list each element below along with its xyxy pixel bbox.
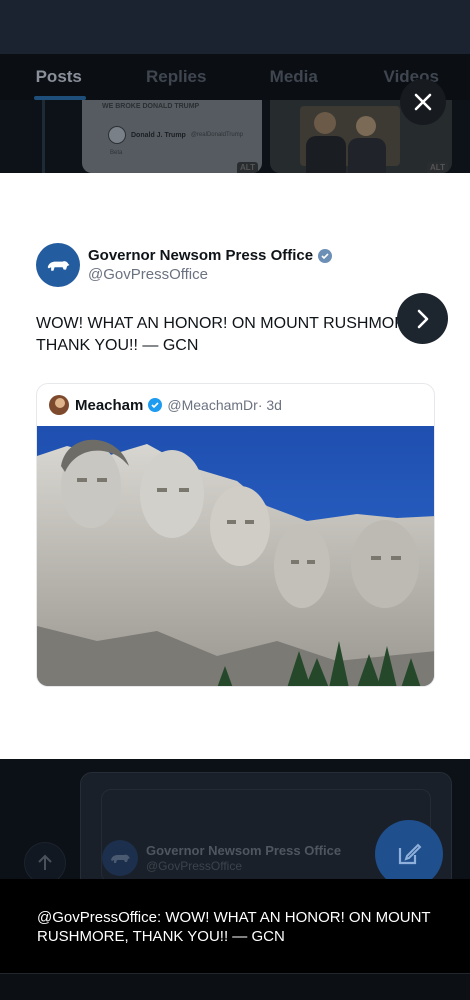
tab-media[interactable]: Media bbox=[235, 54, 353, 100]
avatar bbox=[49, 395, 69, 415]
tab-replies[interactable]: Replies bbox=[118, 54, 236, 100]
quoted-author-name: Meacham bbox=[75, 396, 144, 414]
next-image-button[interactable] bbox=[397, 293, 448, 344]
avatar bbox=[108, 126, 126, 144]
feed-post-author-name: Governor Newsom Press Office bbox=[146, 843, 342, 858]
post-author: Governor Newsom Press Office @GovPressOf… bbox=[36, 243, 333, 287]
media-thumbnail[interactable]: WE BROKE DONALD TRUMP Donald J. Trump @r… bbox=[82, 100, 262, 173]
thumbnail-handle: @realDonaldTrump bbox=[190, 132, 244, 138]
feed-post-author-handle: @GovPressOffice bbox=[146, 859, 242, 873]
compose-icon bbox=[398, 843, 422, 865]
photo-person bbox=[306, 136, 346, 173]
media-caption: @GovPressOffice: WOW! WHAT AN HONOR! ON … bbox=[37, 909, 431, 945]
tab-posts[interactable]: Posts bbox=[0, 54, 118, 100]
quoted-post-time: · 3d bbox=[257, 397, 282, 413]
author-handle: @GovPressOffice bbox=[88, 266, 208, 283]
quoted-author-handle: @MeachamDr bbox=[167, 397, 258, 413]
thumbnail-body: Beta bbox=[110, 150, 123, 156]
app-top-bar bbox=[0, 0, 470, 54]
bottom-bar bbox=[0, 973, 470, 1000]
scroll-top-button[interactable] bbox=[24, 842, 66, 884]
author-name-row: Governor Newsom Press Office bbox=[88, 247, 333, 264]
chevron-right-icon bbox=[417, 309, 428, 328]
photo-person-head bbox=[356, 116, 376, 136]
close-button[interactable] bbox=[400, 79, 446, 125]
author-name: Governor Newsom Press Office bbox=[88, 247, 314, 264]
quoted-post-header: Meacham @MeachamDr · 3d bbox=[37, 384, 434, 426]
avatar bbox=[102, 840, 138, 876]
avatar bbox=[36, 243, 80, 287]
thumbnail-headline: WE BROKE DONALD TRUMP bbox=[102, 103, 200, 110]
close-icon bbox=[414, 93, 432, 111]
mount-rushmore-image bbox=[37, 426, 434, 686]
verified-badge-icon bbox=[318, 248, 333, 263]
quoted-post: Meacham @MeachamDr · 3d bbox=[36, 383, 435, 687]
alt-badge: ALT bbox=[427, 162, 448, 173]
media-caption-bar: @GovPressOffice: WOW! WHAT AN HONOR! ON … bbox=[0, 879, 470, 973]
thread-line bbox=[42, 100, 45, 173]
photo-person-head bbox=[314, 112, 336, 134]
compose-button[interactable] bbox=[375, 820, 443, 888]
profile-tabs: Posts Replies Media Videos bbox=[0, 54, 470, 100]
arrow-up-icon bbox=[38, 854, 52, 870]
verified-badge-icon bbox=[148, 398, 163, 412]
alt-badge: ALT bbox=[237, 162, 258, 173]
post-image: Governor Newsom Press Office @GovPressOf… bbox=[0, 173, 470, 759]
post-text: WOW! WHAT AN HONOR! ON MOUNT RUSHMORE, T… bbox=[36, 315, 421, 354]
thumbnail-name: Donald J. Trump bbox=[131, 131, 186, 139]
photo-person bbox=[348, 138, 386, 173]
bear-icon bbox=[47, 261, 70, 271]
bear-icon bbox=[111, 854, 130, 863]
